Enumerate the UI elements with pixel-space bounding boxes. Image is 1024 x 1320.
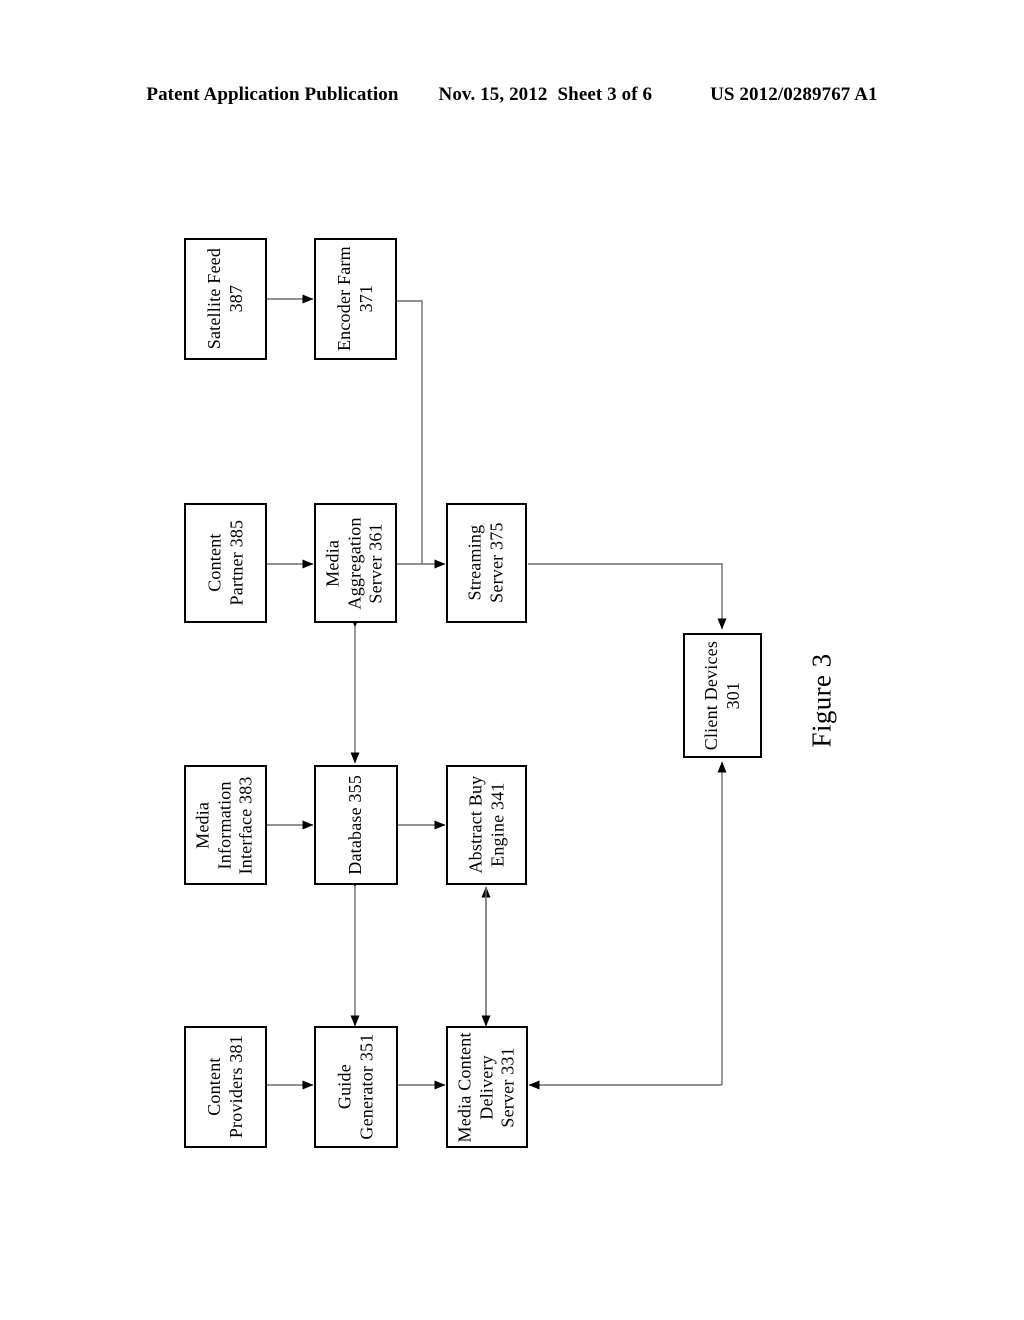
node-streaming-server[interactable]: Streaming Server 375 — [446, 503, 527, 623]
block-diagram: Satellite Feed 387 Encoder Farm 371 Cont… — [0, 0, 1024, 1320]
node-encoder-farm[interactable]: Encoder Farm 371 — [314, 238, 397, 360]
node-satellite-feed[interactable]: Satellite Feed 387 — [184, 238, 267, 360]
node-streaming-server-label: Streaming Server 375 — [464, 522, 507, 604]
node-client-devices[interactable]: Client Devices 301 — [683, 633, 762, 758]
node-abstract-buy-engine-label: Abstract Buy Engine 341 — [464, 776, 507, 874]
node-database[interactable]: Database 355 — [314, 765, 398, 885]
patent-figure-page: Patent Application Publication Nov. 15, … — [0, 0, 1024, 1320]
node-media-aggregation-server[interactable]: Media Aggregation Server 361 — [314, 503, 397, 623]
node-database-label: Database 355 — [345, 775, 366, 875]
node-content-partner-label: Content Partner 385 — [203, 520, 246, 606]
node-content-partner[interactable]: Content Partner 385 — [184, 503, 267, 623]
node-media-content-delivery-server[interactable]: Media Content Delivery Server 331 — [446, 1026, 528, 1148]
wire-encoder-to-streaming — [397, 300, 423, 564]
node-client-devices-label: Client Devices 301 — [700, 640, 743, 751]
node-guide-generator[interactable]: Guide Generator 351 — [314, 1026, 398, 1148]
figure-caption-label: Figure 3 — [806, 653, 837, 747]
node-abstract-buy-engine[interactable]: Abstract Buy Engine 341 — [446, 765, 527, 885]
node-satellite-feed-label: Satellite Feed 387 — [203, 248, 246, 350]
node-content-providers[interactable]: Content Providers 381 — [184, 1026, 267, 1148]
node-media-content-delivery-server-label: Media Content Delivery Server 331 — [454, 1031, 518, 1143]
wire-streaming-to-clientdevices — [528, 563, 727, 630]
node-media-information-interface-label: Media Information Interface 383 — [193, 775, 257, 875]
figure-caption: Figure 3 — [760, 620, 884, 780]
node-encoder-farm-label: Encoder Farm 371 — [333, 246, 376, 352]
node-guide-generator-label: Guide Generator 351 — [334, 1033, 376, 1141]
node-content-providers-label: Content Providers 381 — [203, 1035, 246, 1139]
node-media-aggregation-server-label: Media Aggregation Server 361 — [323, 516, 387, 610]
node-media-information-interface[interactable]: Media Information Interface 383 — [184, 765, 267, 885]
